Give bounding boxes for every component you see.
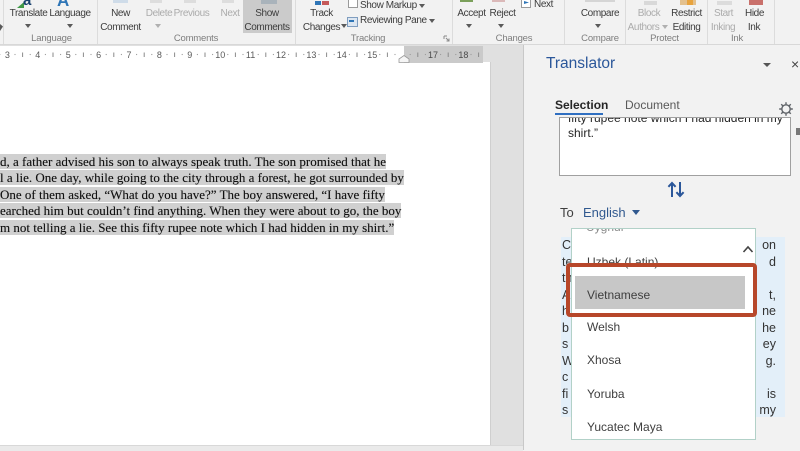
svg-text:4: 4	[35, 50, 40, 60]
svg-text:8: 8	[157, 50, 162, 60]
svg-text:13: 13	[306, 50, 316, 60]
svg-text:9: 9	[187, 50, 192, 60]
svg-text:12: 12	[276, 50, 286, 60]
svg-text:7: 7	[126, 50, 131, 60]
svg-text:14: 14	[337, 50, 347, 60]
svg-text:17: 17	[428, 50, 438, 60]
svg-text:15: 15	[367, 50, 377, 60]
svg-text:10: 10	[215, 50, 225, 60]
svg-text:18: 18	[458, 50, 468, 60]
svg-text:6: 6	[96, 50, 101, 60]
svg-text:11: 11	[246, 50, 255, 60]
svg-text:3: 3	[5, 50, 10, 60]
svg-text:5: 5	[66, 50, 71, 60]
